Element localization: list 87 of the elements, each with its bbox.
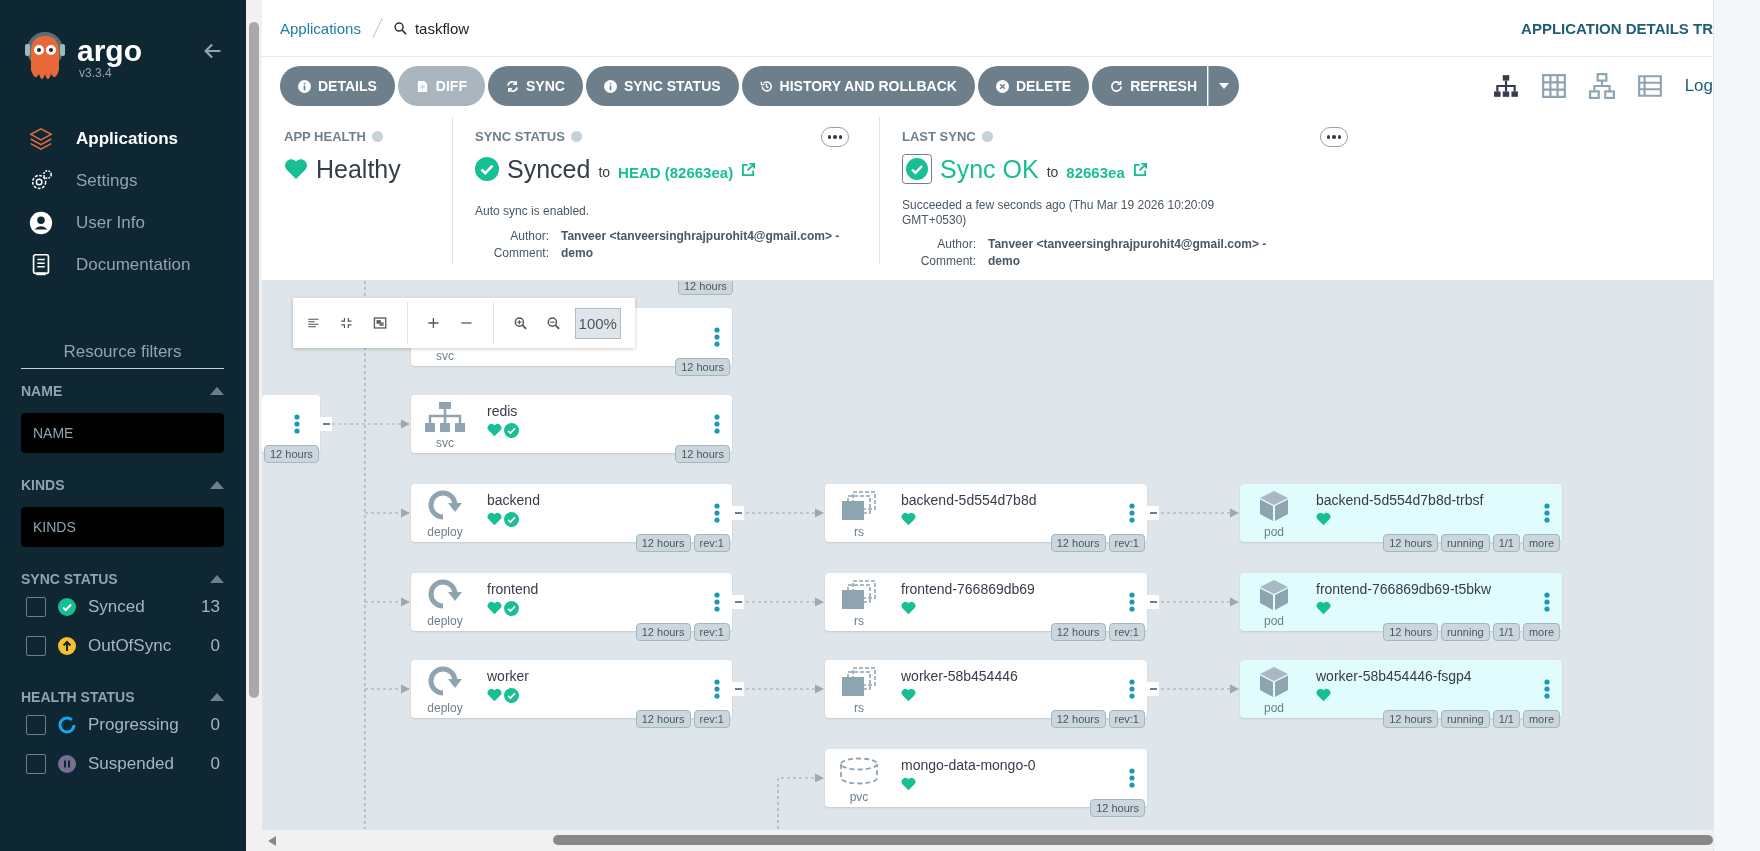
node-badge: more [1522, 623, 1560, 641]
resource-name: frontend [487, 581, 539, 597]
node-badge: 12 hours [675, 445, 730, 463]
node-badge: 12 hours [635, 623, 691, 641]
node-badge: rev:1 [1108, 623, 1145, 641]
node-badge: running [1440, 623, 1490, 641]
node-badge: rev:1 [693, 623, 730, 641]
resource-kind-label: svc [436, 349, 454, 363]
health-value: Healthy [316, 154, 401, 184]
resource-name: worker-58b454446-fsgp4 [1316, 668, 1472, 684]
filter-count: 0 [210, 753, 220, 774]
resource-kind-label: deploy [427, 701, 463, 715]
comment-value: demo [561, 245, 593, 262]
node-badge: 1/1 [1492, 710, 1520, 728]
author-label: Author: [509, 228, 549, 245]
age-badge: 12 hours [678, 281, 733, 295]
resource-kind-label: pod [1264, 614, 1284, 628]
node-badge: 12 hours [1383, 534, 1438, 552]
comment-value: demo [988, 253, 1020, 270]
filter-option-label: OutOfSync [88, 635, 173, 656]
resource-name: frontend-766869db69-t5bkw [1316, 581, 1492, 597]
resource-kind-label: pod [1264, 701, 1284, 715]
status-title: LAST SYNC [902, 129, 976, 144]
node-badge: running [1440, 534, 1490, 552]
page-title: APPLICATION DETAILS TR [1521, 19, 1713, 37]
author-value: Tanveer <tanveersinghrajpurohit4@gmail.com> - [988, 236, 1267, 253]
filter-title: HEALTH STATUS [21, 689, 135, 705]
node-badge: 12 hours [264, 445, 319, 463]
filter-option-label: Progressing [88, 714, 180, 735]
version-label: v3.3.4 [79, 66, 112, 80]
last-sync-note: Succeeded a few seconds ago (Thu Mar 19 2026 10:20:09 GMT+0530) [902, 198, 1216, 228]
resource-name: mongo-data-mongo-0 [901, 757, 1036, 773]
filter-option-label: Synced [88, 596, 146, 617]
filter-title: NAME [21, 383, 63, 399]
resource-kind-label: deploy [427, 525, 463, 539]
status-title: APP HEALTH [284, 129, 366, 144]
node-badge: 12 hours [635, 710, 691, 728]
resource-name: backend-5d554d7b8d-trbsf [1316, 492, 1484, 508]
node-badge: more [1522, 534, 1560, 552]
resource-name: frontend-766869db69 [901, 581, 1035, 597]
filter-title: SYNC STATUS [21, 571, 118, 587]
node-badge: 12 hours [635, 534, 691, 552]
sync-value: Synced [507, 154, 591, 184]
sync-note: Auto sync is enabled. [475, 204, 591, 218]
resource-name: backend-5d554d7b8d [901, 492, 1037, 508]
filter-count: 0 [210, 714, 220, 735]
zoom-level: 100% [574, 307, 621, 339]
resource-kind-label: rs [854, 701, 864, 715]
resource-name: redis [487, 403, 519, 419]
filter-option-label: Suspended [88, 753, 176, 774]
node-badge: rev:1 [1108, 710, 1145, 728]
comment-label: Comment: [492, 245, 549, 262]
node-badge: 1/1 [1492, 623, 1520, 641]
resource-kind-label: svc [436, 436, 454, 450]
node-badge: 12 hours [1050, 623, 1106, 641]
comment-label: Comment: [919, 253, 976, 270]
resource-kind-label: deploy [427, 614, 463, 628]
resource-name: worker [487, 668, 529, 684]
resource-kind-label: rs [854, 525, 864, 539]
filters-heading: Resource filters [21, 342, 224, 369]
to-label: to [598, 164, 611, 180]
node-badge: 12 hours [1383, 623, 1438, 641]
status-title: SYNC STATUS [475, 129, 565, 144]
last-sync-value: Sync OK [940, 154, 1039, 184]
resource-kind-label: rs [854, 614, 864, 628]
node-badge: 12 hours [1383, 710, 1438, 728]
resource-kind-label: pod [1264, 525, 1284, 539]
node-badge: rev:1 [693, 710, 730, 728]
node-badge: rev:1 [693, 534, 730, 552]
node-badge: 12 hours [1050, 710, 1106, 728]
app-name: taskflow [414, 19, 470, 37]
to-label: to [1046, 164, 1059, 180]
node-badge: 12 hours [675, 358, 730, 376]
node-badge: rev:1 [1108, 534, 1145, 552]
resource-name: worker-58b454446 [901, 668, 1018, 684]
node-badge: running [1440, 710, 1490, 728]
node-badge: more [1522, 710, 1560, 728]
author-label: Author: [936, 236, 976, 253]
node-badge: 12 hours [1090, 799, 1145, 817]
resource-kind-label: pvc [849, 790, 869, 804]
author-value: Tanveer <tanveersinghrajpurohit4@gmail.com> - [561, 228, 840, 245]
node-badge: 1/1 [1492, 534, 1520, 552]
node-badge: 12 hours [1050, 534, 1106, 552]
filter-title: KINDS [21, 477, 65, 493]
filter-count: 0 [210, 635, 220, 656]
filter-count: 13 [201, 596, 220, 617]
resource-name: backend [487, 492, 540, 508]
